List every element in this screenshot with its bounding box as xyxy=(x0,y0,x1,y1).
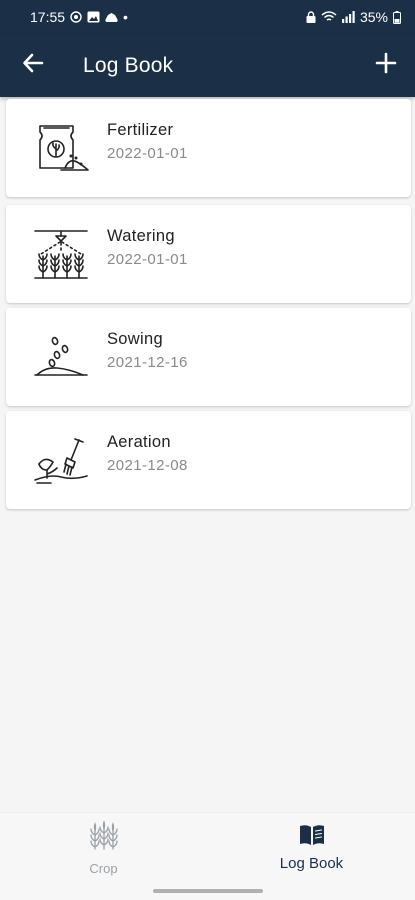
entry-title: Watering xyxy=(107,226,175,245)
arrow-left-icon xyxy=(22,52,44,79)
entry-text: Aeration 2021-12-08 xyxy=(107,433,188,474)
wifi-icon xyxy=(321,11,337,23)
battery-percent: 35% xyxy=(359,9,388,25)
fertilizer-bag-icon xyxy=(31,118,91,178)
entry-date: 2022-01-01 xyxy=(107,144,188,162)
nav-label-crop: Crop xyxy=(89,860,118,876)
watering-sprinkler-icon xyxy=(31,224,91,284)
status-bar: 17:55 • 35% xyxy=(0,0,415,34)
status-right: 35% xyxy=(306,9,401,25)
entry-date: 2021-12-08 xyxy=(107,456,188,474)
entry-title: Aeration xyxy=(107,432,171,451)
status-dot: • xyxy=(123,9,128,25)
status-time: 17:55 xyxy=(30,9,66,25)
page-title: Log Book xyxy=(83,53,174,77)
entry-text: Watering 2022-01-01 xyxy=(107,227,188,268)
entry-text: Sowing 2021-12-16 xyxy=(107,330,188,371)
nav-item-log-book[interactable]: Log Book xyxy=(208,813,415,883)
entry-date: 2021-12-16 xyxy=(107,353,188,371)
entry-text: Fertilizer 2022-01-01 xyxy=(107,121,188,162)
add-entry-button[interactable] xyxy=(357,34,415,97)
log-entry-sowing[interactable]: Sowing 2021-12-16 xyxy=(6,308,411,406)
log-entry-watering[interactable]: Watering 2022-01-01 xyxy=(6,205,411,303)
signal-icon xyxy=(341,11,355,23)
bottom-navigation: Crop Log Book xyxy=(0,812,415,900)
cloud-icon xyxy=(105,12,118,23)
battery-icon xyxy=(393,10,401,24)
status-left: 17:55 • xyxy=(30,9,128,25)
seeds-soil-icon xyxy=(31,327,91,387)
entry-date: 2022-01-01 xyxy=(107,250,188,268)
image-icon xyxy=(87,11,100,23)
app-bar: Log Book xyxy=(0,34,415,97)
open-book-icon xyxy=(299,824,325,851)
plus-icon xyxy=(375,52,397,79)
chrome-icon xyxy=(70,11,82,23)
nav-label-log-book: Log Book xyxy=(279,855,344,872)
crop-plants-icon xyxy=(86,819,122,856)
lock-icon xyxy=(306,11,316,23)
entry-title: Sowing xyxy=(107,329,163,348)
aeration-tool-icon xyxy=(31,430,91,490)
log-entry-aeration[interactable]: Aeration 2021-12-08 xyxy=(6,411,411,509)
nav-item-crop[interactable]: Crop xyxy=(0,813,207,883)
home-indicator[interactable] xyxy=(153,889,263,893)
back-button[interactable] xyxy=(0,34,66,97)
log-entry-fertilizer[interactable]: Fertilizer 2022-01-01 xyxy=(6,99,411,197)
entry-title: Fertilizer xyxy=(107,120,174,139)
